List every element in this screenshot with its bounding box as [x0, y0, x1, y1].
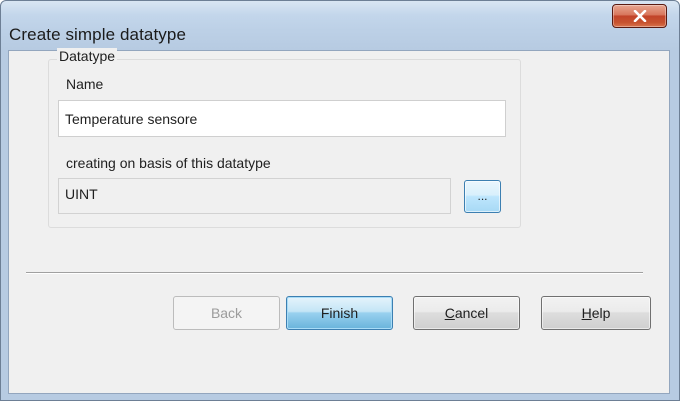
base-datatype-label: creating on basis of this datatype — [66, 155, 271, 171]
close-button[interactable] — [612, 4, 667, 28]
close-x-icon — [633, 10, 646, 22]
finish-button[interactable]: Finish — [286, 296, 393, 330]
cancel-accelerator: C — [444, 305, 455, 321]
separator-line — [26, 272, 643, 274]
title-bar[interactable]: Create simple datatype — [1, 1, 679, 49]
back-button[interactable]: Back — [173, 296, 280, 330]
name-label: Name — [66, 76, 104, 92]
help-accelerator: H — [581, 305, 592, 321]
help-label-rest: elp — [591, 305, 611, 321]
group-legend: Datatype — [57, 48, 118, 64]
base-datatype-field: UINT — [58, 178, 451, 214]
name-input[interactable] — [58, 100, 506, 137]
cancel-button[interactable]: Cancel — [413, 296, 520, 330]
help-button[interactable]: Help — [541, 296, 651, 330]
browse-button[interactable]: ... — [464, 180, 501, 213]
cancel-label-rest: ancel — [454, 305, 489, 321]
window-title: Create simple datatype — [9, 25, 187, 44]
